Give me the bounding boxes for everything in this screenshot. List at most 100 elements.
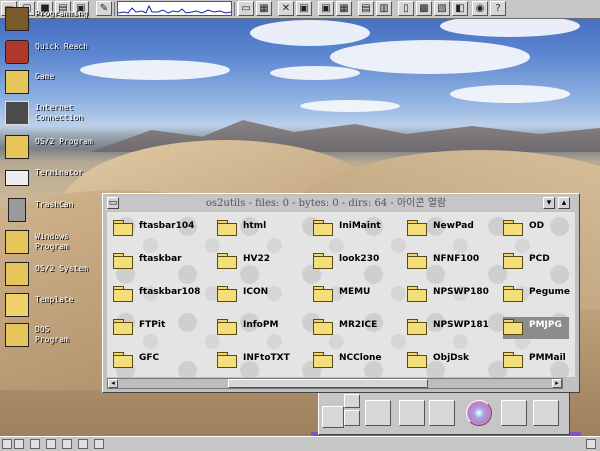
window-titlebar[interactable]: ▭ os2utils - files: 0 - bytes: 0 - dirs:… — [105, 196, 577, 211]
folder-item[interactable]: NCClone — [313, 350, 403, 372]
folder-item[interactable]: html — [217, 218, 307, 240]
scroll-right-icon[interactable]: ▸ — [552, 379, 562, 388]
maximize-icon[interactable]: ▴ — [558, 197, 570, 209]
scroll-left-icon[interactable] — [2, 439, 12, 449]
close-x-icon[interactable]: ✕ — [278, 1, 294, 16]
folder-item[interactable]: ICON — [217, 284, 307, 306]
edit-icon[interactable] — [399, 400, 425, 426]
window-icon[interactable]: ▣ — [296, 1, 312, 16]
pen-icon[interactable]: ✎ — [96, 1, 112, 16]
folder-item[interactable]: FTPit — [113, 317, 203, 339]
folder-label: PCD — [529, 254, 550, 264]
folder-icon — [407, 253, 427, 269]
folder-item[interactable]: ftasbar104 — [113, 218, 203, 240]
tile-icon[interactable]: ▤ — [358, 1, 374, 16]
folder-label: ftasbar104 — [139, 221, 195, 231]
grid-icon[interactable]: ▦ — [336, 1, 352, 16]
cloud — [300, 100, 400, 112]
folder-label: ICON — [243, 287, 269, 297]
folder-icon — [407, 352, 427, 368]
folder-item[interactable]: PMJPG — [503, 317, 569, 339]
folder-icon — [503, 220, 523, 236]
folder-icon — [313, 253, 333, 269]
desktop-icon-label: Internet Connection — [35, 103, 84, 122]
image-icon[interactable]: ▩ — [416, 1, 432, 16]
folder-icon — [217, 352, 237, 368]
launch-bar: ▭ ▢ ■ ▤ ▣ ✎ ▭ ▦ ✕ ▣ ▣ ▦ ▤ ▥ ▯ ▩ ▧ ◧ ◉ ? — [0, 0, 600, 19]
folder-label: Pegume — [529, 287, 571, 297]
palette-icon[interactable] — [429, 400, 455, 426]
folder-item[interactable]: Pegume — [503, 284, 571, 306]
window-list-icon[interactable] — [365, 400, 391, 426]
cloud — [330, 40, 530, 74]
folder-item[interactable]: NPSWP180 — [407, 284, 497, 306]
folder-label: NCClone — [339, 353, 382, 363]
folder-item[interactable]: GFC — [113, 350, 203, 372]
folder-icon — [217, 319, 237, 335]
clipboard-icon[interactable]: ▦ — [256, 1, 272, 16]
window-chip-icon[interactable] — [78, 439, 88, 449]
minimize-icon[interactable]: ▾ — [543, 197, 555, 209]
folder-open-icon[interactable]: ▭ — [238, 1, 254, 16]
template-icon — [5, 293, 29, 317]
window-chip-icon[interactable] — [62, 439, 72, 449]
folder-item[interactable]: InfoPM — [217, 317, 307, 339]
internet-icon — [5, 101, 29, 125]
document-icon[interactable]: ▯ — [398, 1, 414, 16]
horizontal-scrollbar[interactable]: ◂ ▸ — [107, 378, 563, 389]
scroll-left-icon[interactable]: ◂ — [108, 379, 118, 388]
folder-label: OD — [529, 221, 545, 231]
window-chip-icon[interactable] — [14, 439, 24, 449]
folder-label: look230 — [339, 254, 380, 264]
cascade-icon[interactable]: ▥ — [376, 1, 392, 16]
window-chip-icon[interactable] — [94, 439, 104, 449]
folder-icon[interactable] — [533, 400, 559, 426]
palette-icon[interactable]: ◧ — [452, 1, 468, 16]
desktop-icon-label: Quick Reach — [35, 42, 88, 51]
folder-item[interactable]: ObjDsk — [407, 350, 497, 372]
window-chip-icon[interactable] — [30, 439, 40, 449]
os2-program-icon — [5, 135, 29, 159]
folder-item[interactable]: look230 — [313, 251, 403, 273]
window-chip-icon[interactable] — [46, 439, 56, 449]
folder-item[interactable]: ftaskbar108 — [113, 284, 203, 306]
cd-icon[interactable]: ◉ — [472, 1, 488, 16]
folder-item[interactable]: PMMail — [503, 350, 569, 372]
cpu-monitor-graph — [117, 1, 232, 16]
folder-item[interactable]: HV22 — [217, 251, 307, 273]
folder-item[interactable]: IniMaint — [313, 218, 403, 240]
trashcan-icon — [8, 198, 26, 222]
folder-item[interactable]: NFNF100 — [407, 251, 497, 273]
package-icon[interactable] — [501, 400, 527, 426]
desktop-icon-label: Terminator — [35, 168, 84, 177]
system-menu-icon[interactable]: ▭ — [107, 197, 119, 209]
settings-icon[interactable] — [344, 410, 360, 426]
folder-item[interactable]: ftaskbar — [113, 251, 203, 273]
bottom-status-bar — [0, 436, 600, 451]
cloud — [80, 60, 230, 80]
folder-icon — [313, 352, 333, 368]
disk-icon[interactable] — [322, 406, 344, 428]
search-icon[interactable] — [344, 394, 360, 408]
scroll-thumb[interactable] — [228, 379, 428, 388]
folder-label: MEMU — [339, 287, 371, 297]
desktop-icon-label: Template — [35, 295, 74, 304]
folder-item[interactable]: NPSWP181 — [407, 317, 497, 339]
folder-icon — [503, 352, 523, 368]
folder-item[interactable]: OD — [503, 218, 569, 240]
folder-label: PMJPG — [529, 320, 562, 330]
cd-player-icon[interactable] — [466, 400, 492, 426]
chart-icon[interactable]: ▧ — [434, 1, 450, 16]
folder-item[interactable]: PCD — [503, 251, 569, 273]
folder-item[interactable]: INFtoTXT — [217, 350, 307, 372]
bottom-toolbar — [318, 391, 570, 435]
folder-item[interactable]: MR2ICE — [313, 317, 403, 339]
window-title: os2utils - files: 0 - bytes: 0 - dirs: 6… — [205, 198, 447, 209]
help-icon[interactable]: ? — [490, 1, 506, 16]
folder-item[interactable]: MEMU — [313, 284, 403, 306]
scroll-right-icon[interactable] — [586, 439, 596, 449]
desktop-icon-label: OS/2 System — [35, 264, 88, 273]
folder-item[interactable]: NewPad — [407, 218, 497, 240]
screen-icon[interactable]: ▣ — [318, 1, 334, 16]
folder-icon — [113, 352, 133, 368]
